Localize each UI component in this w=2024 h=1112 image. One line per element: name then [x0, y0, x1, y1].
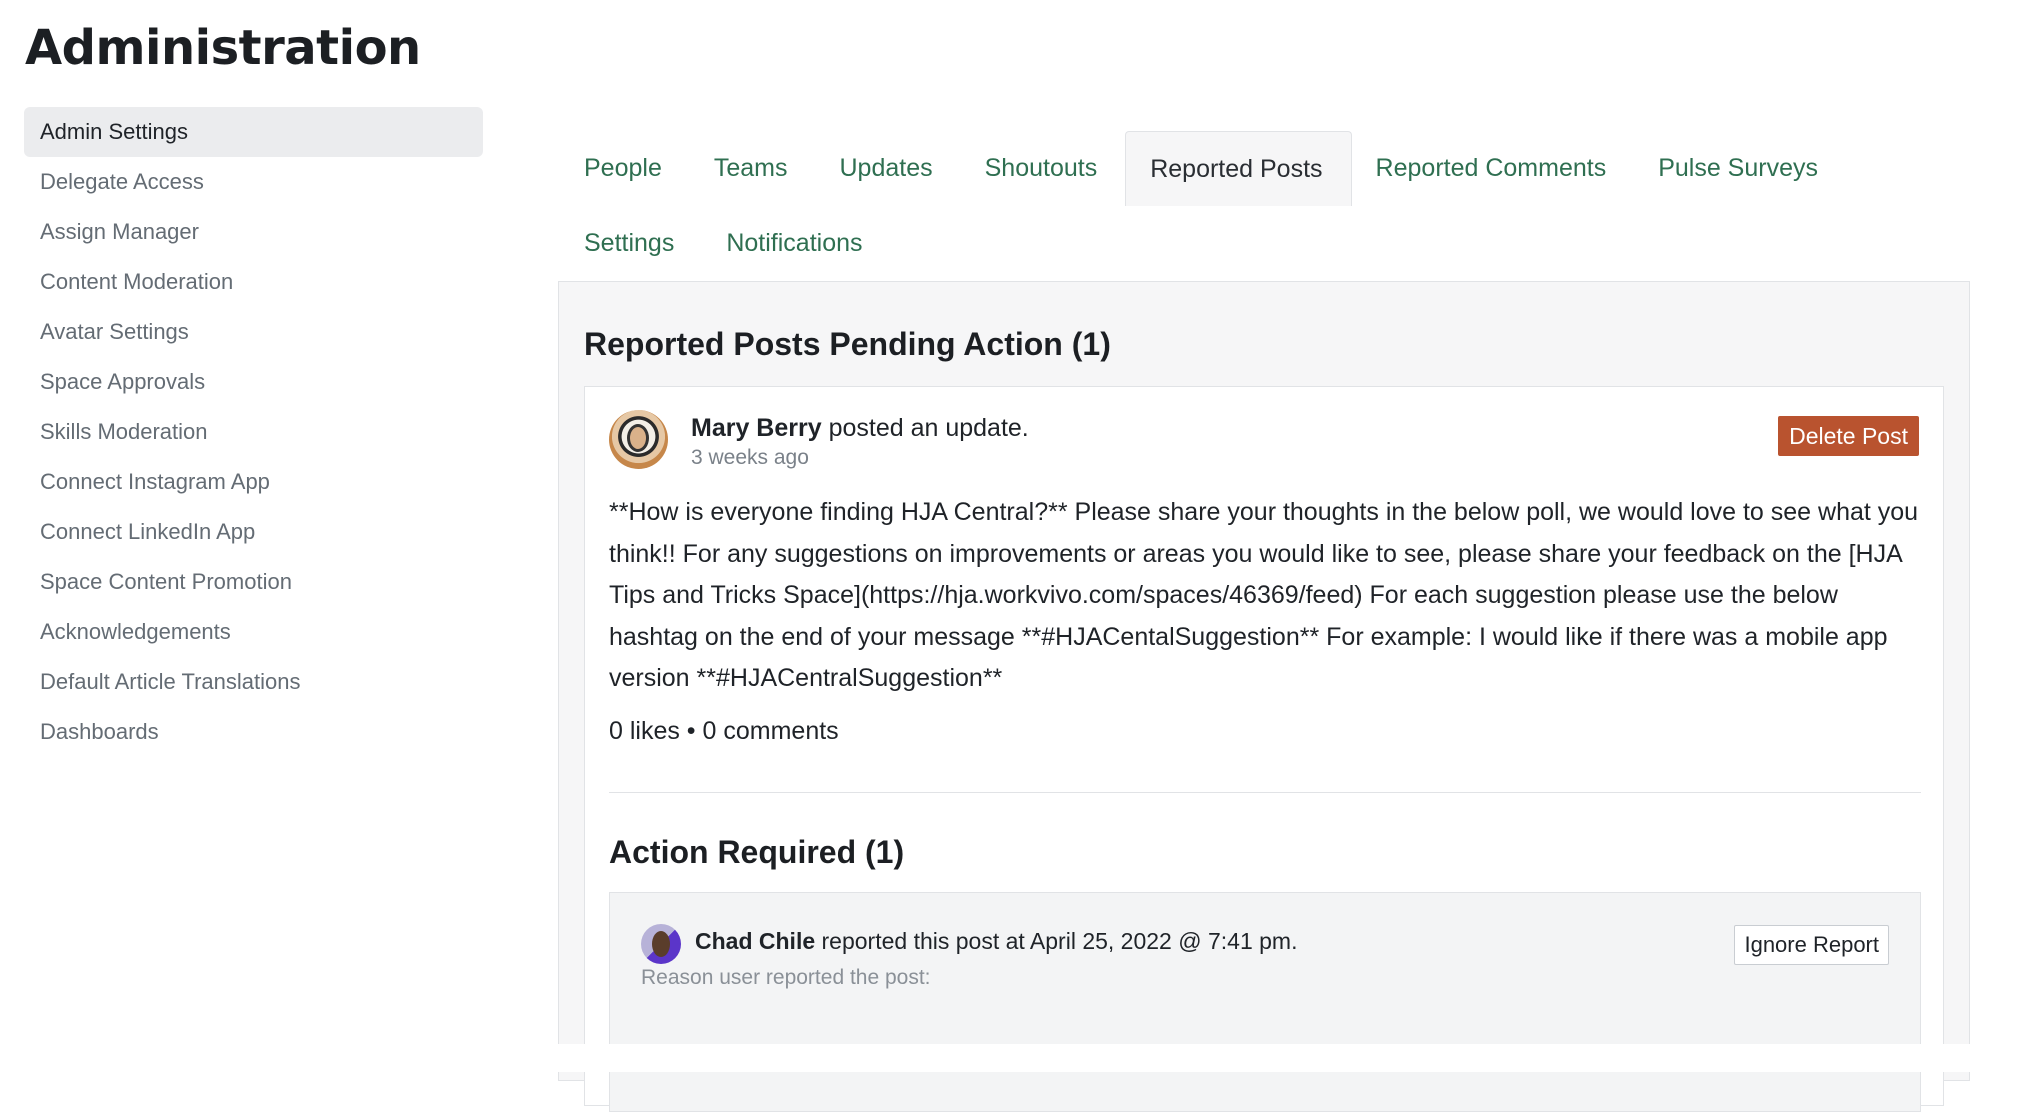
- tab-shoutouts[interactable]: Shoutouts: [961, 131, 1126, 206]
- tab-people[interactable]: People: [560, 131, 690, 206]
- reported-post-card: Mary Berry posted an update. 3 weeks ago…: [584, 386, 1944, 1112]
- avatar-face: [652, 931, 670, 957]
- admin-sidebar: Admin Settings Delegate Access Assign Ma…: [24, 107, 483, 757]
- sidebar-item-acknowledgements[interactable]: Acknowledgements: [24, 607, 483, 657]
- divider: [609, 792, 1921, 793]
- post-author-line: Mary Berry posted an update.: [691, 414, 1029, 443]
- page-title: Administration: [25, 20, 421, 76]
- tab-updates[interactable]: Updates: [816, 131, 961, 206]
- panel-heading: Reported Posts Pending Action (1): [584, 326, 1111, 362]
- tab-pulse-surveys[interactable]: Pulse Surveys: [1634, 131, 1846, 206]
- sidebar-item-connect-linkedin[interactable]: Connect LinkedIn App: [24, 507, 483, 557]
- sidebar-item-delegate-access[interactable]: Delegate Access: [24, 157, 483, 207]
- avatar-face: [627, 424, 649, 452]
- post-timestamp[interactable]: 3 weeks ago: [691, 446, 809, 470]
- report-entry: Chad Chile reported this post at April 2…: [609, 892, 1921, 1112]
- sidebar-item-connect-instagram[interactable]: Connect Instagram App: [24, 457, 483, 507]
- sidebar-item-dashboards[interactable]: Dashboards: [24, 707, 483, 757]
- reporter-avatar[interactable]: [641, 924, 681, 964]
- reason-label: Reason user reported the post:: [641, 966, 931, 989]
- sidebar-item-space-approvals[interactable]: Space Approvals: [24, 357, 483, 407]
- admin-tabs: People Teams Updates Shoutouts Reported …: [560, 131, 1970, 281]
- sidebar-item-space-content-promotion[interactable]: Space Content Promotion: [24, 557, 483, 607]
- ignore-report-button[interactable]: Ignore Report: [1734, 925, 1889, 965]
- sidebar-item-skills-moderation[interactable]: Skills Moderation: [24, 407, 483, 457]
- sidebar-item-avatar-settings[interactable]: Avatar Settings: [24, 307, 483, 357]
- tab-reported-comments[interactable]: Reported Comments: [1352, 131, 1635, 206]
- post-author-name[interactable]: Mary Berry: [691, 414, 822, 442]
- report-text: reported this post at April 25, 2022 @ 7…: [815, 928, 1298, 954]
- tab-teams[interactable]: Teams: [690, 131, 816, 206]
- post-body: **How is everyone finding HJA Central?**…: [609, 498, 1919, 692]
- tab-settings[interactable]: Settings: [560, 206, 702, 281]
- sidebar-item-content-moderation[interactable]: Content Moderation: [24, 257, 483, 307]
- tab-row: Settings Notifications: [560, 206, 1970, 281]
- sidebar-item-assign-manager[interactable]: Assign Manager: [24, 207, 483, 257]
- author-avatar[interactable]: [609, 410, 668, 469]
- tab-reported-posts[interactable]: Reported Posts: [1125, 131, 1352, 206]
- delete-post-button[interactable]: Delete Post: [1778, 416, 1919, 456]
- post-action-text: posted an update.: [821, 414, 1029, 442]
- reporter-name[interactable]: Chad Chile: [695, 928, 815, 954]
- post-stats: 0 likes • 0 comments: [609, 717, 839, 745]
- sidebar-item-admin-settings[interactable]: Admin Settings: [24, 107, 483, 157]
- reporter-line: Chad Chile reported this post at April 2…: [695, 928, 1297, 955]
- reported-posts-panel: Reported Posts Pending Action (1) Mary B…: [558, 281, 1970, 1112]
- tab-row: People Teams Updates Shoutouts Reported …: [560, 131, 1970, 206]
- viewport-bottom-edge: [0, 1044, 2024, 1072]
- sidebar-item-default-article-translations[interactable]: Default Article Translations: [24, 657, 483, 707]
- tab-notifications[interactable]: Notifications: [702, 206, 890, 281]
- action-required-heading: Action Required (1): [609, 834, 905, 870]
